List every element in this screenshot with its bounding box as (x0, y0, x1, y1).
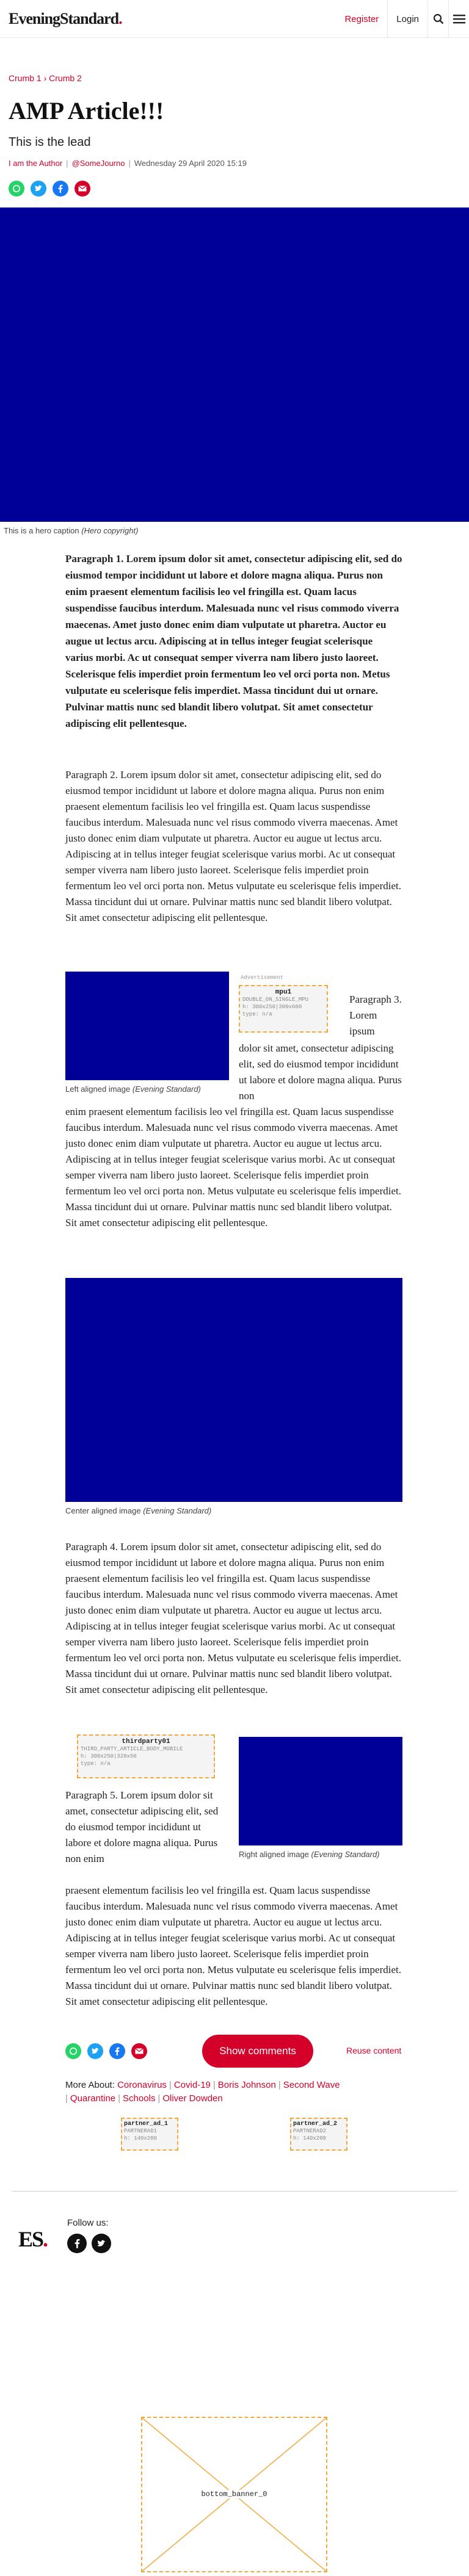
search-icon[interactable] (427, 0, 448, 38)
site-header: EveningStandard. Register Login (0, 0, 469, 38)
author-handle[interactable]: @SomeJourno (72, 159, 125, 168)
footer-divider (12, 2191, 457, 2192)
paragraph-5-start: Paragraph 5. Lorem ipsum dolor sit amet,… (65, 1789, 219, 1864)
logo-dot: . (118, 10, 122, 27)
facebook-icon[interactable] (67, 2234, 87, 2253)
more-about: More About: Coronavirus | Covid-19 | Boris J… (65, 2080, 340, 2104)
ad-slot-line: h: 300x250|320x50 (81, 1753, 137, 1759)
twitter-icon[interactable] (31, 181, 46, 197)
ad-slot-title: partner_ad_1 (124, 2121, 169, 2127)
login-link[interactable]: Login (387, 0, 427, 38)
partner-ad-1-slot[interactable]: partner_ad_1 PARTNERAD1 h: 140x200 (121, 2118, 178, 2151)
breadcrumb-item[interactable]: Crumb 1 (9, 73, 42, 83)
center-image-caption: Center aligned image (Evening Standard) (65, 1506, 211, 1515)
share-bar-bottom (65, 2043, 147, 2059)
paragraph-3-rest: enim praesent elementum facilisis leo ve… (65, 1106, 401, 1228)
show-comments-button[interactable]: Show comments (202, 2035, 313, 2068)
byline: I am the Author | @SomeJourno | Wednesday 29… (9, 159, 247, 168)
breadcrumb: Crumb 1 › Crumb 2 (9, 73, 82, 83)
bottom-banner-label: bottom_banner_0 (142, 2490, 326, 2498)
footer-logo-text: ES (18, 2227, 44, 2251)
tag-link[interactable]: Quarantine (70, 2093, 115, 2104)
twitter-icon[interactable] (87, 2043, 103, 2059)
facebook-icon[interactable] (53, 181, 68, 197)
bottom-banner-text: bottom_banner_0 (198, 2490, 270, 2498)
center-caption-text: Center aligned image (65, 1506, 141, 1515)
left-aligned-image (65, 972, 229, 1080)
whatsapp-icon[interactable] (9, 181, 24, 197)
footer-logo-dot: . (43, 2227, 48, 2251)
ad-slot-line: type: n/a (242, 1011, 272, 1017)
right-caption-text: Right aligned image (239, 1850, 309, 1859)
tag-link[interactable]: Boris Johnson (218, 2080, 276, 2090)
bottom-banner-ad-slot[interactable]: bottom_banner_0 (141, 2417, 327, 2572)
ad-slot-line: THIRD_PARTY_ARTICLE_BODY_MOBILE (81, 1746, 183, 1752)
reuse-content-link[interactable]: Reuse content (346, 2046, 401, 2055)
ad-slot-line: h: 140x200 (124, 2135, 158, 2141)
footer-logo[interactable]: ES. (18, 2226, 48, 2252)
thirdparty-ad-slot[interactable]: thirdparty01 THIRD_PARTY_ARTICLE_BODY_MO… (77, 1734, 215, 1778)
footer-social (67, 2234, 111, 2253)
author-link[interactable]: I am the Author (9, 159, 62, 168)
header-nav: Register Login (336, 0, 469, 38)
left-credit: (Evening Standard) (132, 1084, 201, 1094)
mpu1-ad-slot[interactable]: mpu1 DOUBLE_ON_SINGLE_MPU h: 300x250|300… (239, 985, 328, 1033)
logo-text: EveningStandard (9, 10, 119, 27)
ad-label: Advertisement (241, 975, 284, 981)
ad-slot-line: h: 140x200 (293, 2135, 327, 2141)
hero-caption-text: This is a hero caption (4, 526, 79, 535)
ad-slot-line: type: n/a (81, 1761, 111, 1767)
whatsapp-icon[interactable] (65, 2043, 81, 2059)
facebook-icon[interactable] (109, 2043, 125, 2059)
ad-slot-line: PARTNERAD1 (124, 2128, 158, 2134)
breadcrumb-separator: › (43, 73, 47, 83)
tag-link[interactable]: Covid-19 (174, 2080, 211, 2090)
tag-link[interactable]: Schools (123, 2093, 155, 2104)
article-title: AMP Article!!! (9, 97, 164, 124)
breadcrumb-item[interactable]: Crumb 2 (49, 73, 82, 83)
ad-slot-title: partner_ad_2 (293, 2121, 338, 2127)
paragraph-2: Paragraph 2. Lorem ipsum dolor sit amet,… (65, 769, 401, 923)
paragraph-4: Paragraph 4. Lorem ipsum dolor sit amet,… (65, 1541, 401, 1695)
email-icon[interactable] (75, 181, 90, 197)
center-credit: (Evening Standard) (143, 1506, 212, 1515)
hero-image (0, 207, 469, 522)
paragraph-1: Paragraph 1. Lorem ipsum dolor sit amet,… (65, 553, 402, 729)
ad-slot-line: h: 300x250|300x600 (242, 1004, 302, 1010)
paragraph-3-start: Paragraph 3. Lorem ipsum (349, 994, 402, 1037)
partner-ad-2-slot[interactable]: partner_ad_2 PARTNERAD2 h: 140x200 (290, 2118, 347, 2151)
tag-link[interactable]: Second Wave (283, 2080, 340, 2090)
twitter-icon[interactable] (92, 2234, 111, 2253)
ad-slot-title: thirdparty01 (122, 1738, 170, 1745)
email-icon[interactable] (131, 2043, 147, 2059)
right-credit: (Evening Standard) (311, 1850, 380, 1859)
register-link[interactable]: Register (336, 0, 387, 38)
hero-credit: (Hero copyright) (81, 526, 139, 535)
tag-link[interactable]: Oliver Dowden (162, 2093, 222, 2104)
more-about-label: More About: (65, 2080, 115, 2090)
center-aligned-image (65, 1278, 402, 1502)
site-logo[interactable]: EveningStandard. (9, 10, 122, 28)
hero-caption: This is a hero caption (Hero copyright) (4, 526, 138, 535)
left-image-caption: Left aligned image (Evening Standard) (65, 1084, 201, 1094)
paragraph-5-rest: praesent elementum facilisis leo vel fri… (65, 1885, 401, 2007)
right-image-caption: Right aligned image (Evening Standard) (239, 1850, 380, 1859)
article-lead: This is the lead (9, 135, 91, 149)
tag-link[interactable]: Coronavirus (117, 2080, 167, 2090)
left-caption-text: Left aligned image (65, 1084, 131, 1094)
menu-icon[interactable] (448, 0, 469, 38)
ad-slot-line: PARTNERAD2 (293, 2128, 327, 2134)
paragraph-3-wrap: dolor sit amet, consectetur adipiscing e… (239, 1042, 402, 1102)
ad-slot-title: mpu1 (275, 989, 292, 996)
publish-date: Wednesday 29 April 2020 15:19 (134, 159, 247, 168)
right-aligned-image (239, 1737, 402, 1845)
share-bar-top (9, 181, 90, 197)
ad-slot-line: DOUBLE_ON_SINGLE_MPU (242, 997, 309, 1003)
follow-us-label: Follow us: (67, 2218, 109, 2228)
